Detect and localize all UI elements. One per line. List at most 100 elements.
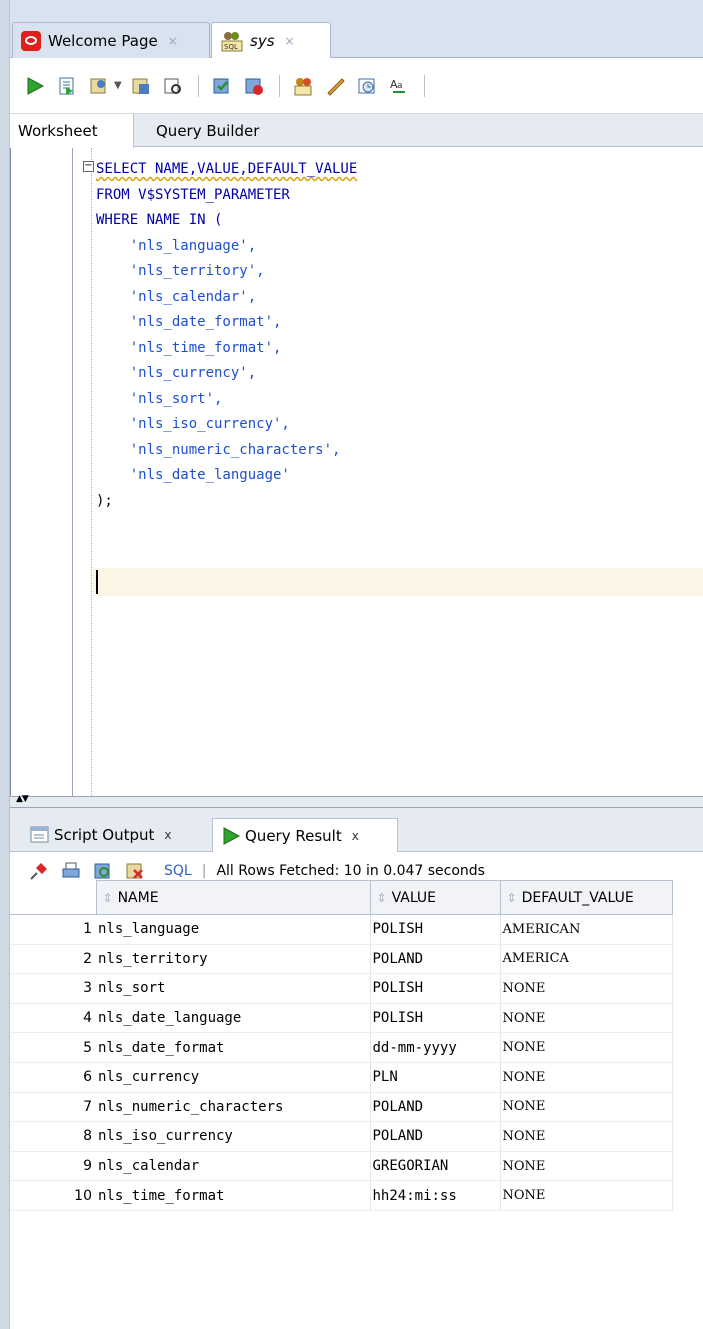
column-header-default-value[interactable]: ⇕ DEFAULT_VALUE <box>499 880 673 915</box>
sql-code[interactable]: SELECT NAME,VALUE,DEFAULT_VALUE FROM V$SY… <box>96 157 357 514</box>
column-label: DEFAULT_VALUE <box>521 889 634 906</box>
cell-default-value[interactable]: NONE <box>500 1151 673 1182</box>
cell-value[interactable]: POLAND <box>370 944 501 975</box>
cell-value[interactable]: POLISH <box>370 914 501 945</box>
column-label: NAME <box>117 889 159 906</box>
autotrace-icon[interactable] <box>86 73 112 99</box>
history-icon[interactable] <box>354 73 380 99</box>
table-row[interactable]: 5 nls_date_format dd-mm-yyyy NONE <box>10 1032 673 1063</box>
cell-name[interactable]: nls_calendar <box>96 1151 371 1182</box>
tab-worksheet[interactable]: Worksheet <box>10 114 134 148</box>
result-grid: ⇕ NAME ⇕ VALUE ⇕ DEFAULT_VALUE 1 nls_languag… <box>10 880 703 1329</box>
cell-name[interactable]: nls_sort <box>96 973 371 1004</box>
tab-label: Welcome Page <box>48 31 158 50</box>
row-number: 6 <box>10 1062 96 1093</box>
cell-value[interactable]: POLISH <box>370 973 501 1004</box>
cell-default-value[interactable]: NONE <box>500 1121 673 1152</box>
cell-value[interactable]: PLN <box>370 1062 501 1093</box>
row-number: 2 <box>10 944 96 975</box>
cell-name[interactable]: nls_numeric_characters <box>96 1092 371 1123</box>
panel-splitter[interactable]: ▲▼ <box>10 794 703 808</box>
code-line: 'nls_territory', <box>96 263 265 279</box>
table-row[interactable]: 6 nls_currency PLN NONE <box>10 1062 673 1093</box>
explain-plan-icon[interactable] <box>128 73 154 99</box>
close-icon[interactable]: × <box>285 34 295 48</box>
cell-name[interactable]: nls_language <box>96 914 371 945</box>
toolbar-separator: | <box>201 862 207 879</box>
sql-editor[interactable]: − SELECT NAME,VALUE,DEFAULT_VALUE FROM V$… <box>10 148 703 796</box>
row-number: 3 <box>10 973 96 1004</box>
cell-name[interactable]: nls_time_format <box>96 1180 371 1211</box>
script-output-icon <box>30 826 49 843</box>
header-row: ⇕ NAME ⇕ VALUE ⇕ DEFAULT_VALUE <box>10 880 673 915</box>
close-icon[interactable]: x <box>164 828 171 842</box>
cell-value[interactable]: POLISH <box>370 1003 501 1034</box>
table-row[interactable]: 8 nls_iso_currency POLAND NONE <box>10 1121 673 1152</box>
cell-default-value[interactable]: NONE <box>500 1062 673 1093</box>
cell-default-value[interactable]: NONE <box>500 1032 673 1063</box>
table-row[interactable]: 2 nls_territory POLAND AMERICA <box>10 944 673 975</box>
run-script-icon[interactable] <box>54 73 80 99</box>
sort-icon: ⇕ <box>376 890 387 905</box>
close-icon[interactable]: x <box>352 829 359 843</box>
code-line: SELECT NAME,VALUE,DEFAULT_VALUE <box>96 161 358 177</box>
cell-default-value[interactable]: NONE <box>500 1180 673 1211</box>
sql-developer-window: Welcome Page × SQL sys × ▼ Aa Worksheet … <box>0 0 703 1329</box>
close-icon[interactable]: × <box>168 34 178 48</box>
cell-value[interactable]: POLAND <box>370 1092 501 1123</box>
column-header-value[interactable]: ⇕ VALUE <box>369 880 501 915</box>
run-statement-icon[interactable] <box>22 73 48 99</box>
cell-name[interactable]: nls_territory <box>96 944 371 975</box>
cell-default-value[interactable]: NONE <box>500 1092 673 1123</box>
unshared-sql-icon[interactable] <box>290 73 316 99</box>
tab-welcome-page[interactable]: Welcome Page × <box>12 22 210 58</box>
collapse-icon[interactable]: − <box>83 161 94 172</box>
worksheet-toolbar: ▼ Aa <box>10 58 703 114</box>
row-number: 5 <box>10 1032 96 1063</box>
table-row[interactable]: 3 nls_sort POLISH NONE <box>10 973 673 1004</box>
commit-icon[interactable] <box>209 73 235 99</box>
cell-name[interactable]: nls_date_format <box>96 1032 371 1063</box>
splitter-arrows-icon[interactable]: ▲▼ <box>16 794 29 804</box>
cell-value[interactable]: POLAND <box>370 1121 501 1152</box>
row-number: 10 <box>10 1180 96 1211</box>
tab-script-output[interactable]: Script Output x <box>22 818 210 852</box>
sql-link[interactable]: SQL <box>164 863 192 879</box>
cell-value[interactable]: hh24:mi:ss <box>370 1180 501 1211</box>
cell-name[interactable]: nls_date_language <box>96 1003 371 1034</box>
cell-default-value[interactable]: AMERICAN <box>500 914 673 945</box>
toolbar-separator <box>278 74 280 97</box>
cell-value[interactable]: dd-mm-yyyy <box>370 1032 501 1063</box>
table-row[interactable]: 4 nls_date_language POLISH NONE <box>10 1003 673 1034</box>
code-line: 'nls_currency', <box>96 365 257 381</box>
cell-value[interactable]: GREGORIAN <box>370 1151 501 1182</box>
text-caret <box>96 570 98 594</box>
svg-text:a: a <box>397 81 403 91</box>
code-line: 'nls_date_language' <box>96 467 290 483</box>
table-row[interactable]: 10 nls_time_format hh24:mi:ss NONE <box>10 1180 673 1211</box>
svg-text:SQL: SQL <box>224 43 238 51</box>
code-line: 'nls_time_format', <box>96 339 282 356</box>
rollback-icon[interactable] <box>241 73 267 99</box>
tab-query-result[interactable]: Query Result x <box>212 818 398 852</box>
chevron-down-icon[interactable]: ▼ <box>114 80 122 91</box>
row-number: 4 <box>10 1003 96 1034</box>
fold-margin <box>91 148 92 796</box>
tab-sys[interactable]: SQL sys × <box>211 22 331 59</box>
clear-icon[interactable] <box>322 73 348 99</box>
table-row[interactable]: 7 nls_numeric_characters POLAND NONE <box>10 1092 673 1123</box>
sort-icon: ⇕ <box>102 890 113 905</box>
table-row[interactable]: 9 nls_calendar GREGORIAN NONE <box>10 1151 673 1182</box>
sql-tuning-icon[interactable] <box>160 73 186 99</box>
tab-query-builder[interactable]: Query Builder <box>148 114 267 147</box>
table-row[interactable]: 1 nls_language POLISH AMERICAN <box>10 914 673 945</box>
column-header-name[interactable]: ⇕ NAME <box>95 880 371 915</box>
cell-name[interactable]: nls_currency <box>96 1062 371 1093</box>
cell-default-value[interactable]: NONE <box>500 973 673 1004</box>
cell-default-value[interactable]: AMERICA <box>500 944 673 975</box>
cell-default-value[interactable]: NONE <box>500 1003 673 1034</box>
tab-label: Script Output <box>54 826 155 844</box>
cell-name[interactable]: nls_iso_currency <box>96 1121 371 1152</box>
format-icon[interactable]: Aa <box>386 73 412 99</box>
tab-label: Query Result <box>245 826 342 845</box>
